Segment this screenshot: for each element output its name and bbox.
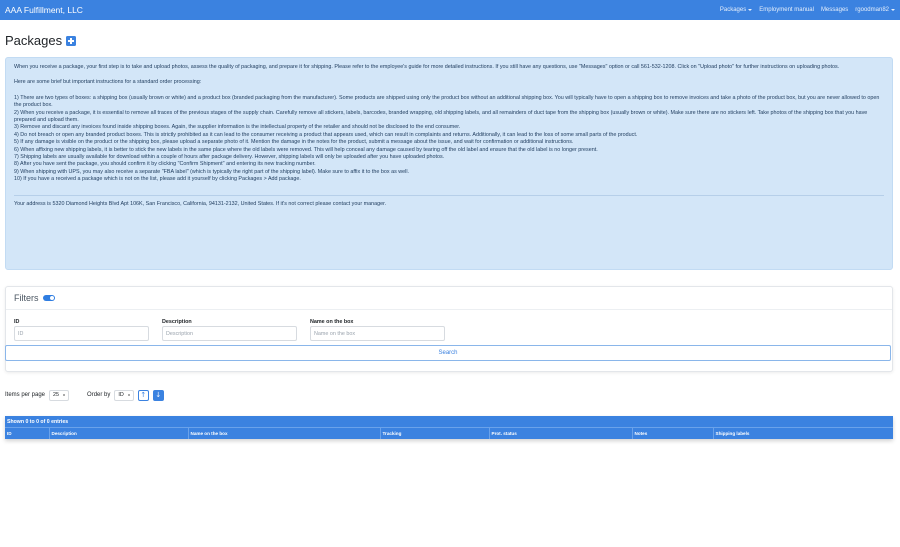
arrow-up-icon: ↑ [140,390,147,399]
caret-down-icon [891,9,895,11]
filter-description: Description [162,319,297,341]
caret-down-icon [748,9,753,11]
nav-packages-dropdown[interactable]: Packages [719,7,753,13]
instruction-item-4: 4) Do not breach or open any branded pro… [14,131,638,138]
items-per-page-label: Items per page [5,392,46,398]
column-header-notes[interactable]: Notes [631,427,713,439]
order-by-label: Order by [87,392,111,398]
list-controls: Items per page 25 Order by ID ↑ ↓ [0,372,900,403]
sort-descending-button[interactable]: ↓ [152,389,164,401]
filter-id: ID [14,319,149,341]
filter-description-input[interactable] [162,326,297,341]
filter-description-label: Description [162,319,192,325]
instruction-item-1: 1) There are two types of boxes: a shipp… [14,94,880,109]
entries-count: Shown 0 to 0 of 0 entries [5,416,893,427]
instruction-item-9: 9) When shipping with UPS, you may also … [14,168,410,175]
column-header-shipping-labels[interactable]: Shipping labels [712,427,893,439]
filter-name-on-box-input[interactable] [310,326,445,341]
plus-square-icon[interactable] [66,35,77,46]
select-arrows-icon [127,393,130,397]
filters-toggle[interactable] [42,295,55,301]
nav-user-label: rgoodman82 [855,7,889,13]
search-button[interactable]: Search [5,345,891,361]
nav-messages[interactable]: Messages [821,7,848,13]
instructions-alert: When you receive a package, your first s… [5,57,893,270]
brand-name[interactable]: AAA Fulfillment, LLC [5,5,83,15]
alert-divider [14,194,884,196]
nav-links: Packages Employment manual Messages rgoo… [720,7,895,13]
items-per-page-select[interactable]: 25 [49,389,70,401]
packages-table: ID Description Name on the box Tracking … [5,427,893,439]
instruction-item-7: 7) Shipping labels are usually available… [14,154,445,161]
column-header-id[interactable]: ID [5,427,49,439]
filter-fields: ID Description Name on the box [6,310,892,341]
instruction-item-10: 10) If you have a received a package whi… [14,176,301,183]
page-header: Packages [0,20,900,54]
packages-table-wrapper: Shown 0 to 0 of 0 entries ID Description… [5,416,893,439]
instructions-subheading: Here are some brief but important instru… [14,79,202,86]
instructions-intro: When you receive a package, your first s… [14,64,840,70]
top-navbar: AAA Fulfillment, LLC Packages Employment… [0,0,900,20]
nav-packages-label: Packages [719,7,747,13]
filter-id-input[interactable] [14,326,149,341]
instruction-item-3: 3) Remove and discard any invoices found… [14,124,461,131]
table-header-row: ID Description Name on the box Tracking … [5,427,893,439]
select-arrows-icon [63,393,66,397]
column-header-description[interactable]: Description [48,427,188,439]
filters-card: Filters ID Description Name on the box S… [5,286,893,372]
column-header-tracking[interactable]: Tracking [379,427,489,439]
page-title: Packages [5,33,63,48]
nav-user-dropdown[interactable]: rgoodman82 [855,7,895,13]
column-header-name-on-box[interactable]: Name on the box [187,427,380,439]
instruction-item-6: 6) When affixing new shipping labels, it… [14,146,598,153]
filter-name-on-box: Name on the box [310,319,445,341]
order-by-value: ID [118,392,124,398]
nav-employment-manual[interactable]: Employment manual [759,7,814,13]
instruction-item-5: 5) If any damage is visible on the produ… [14,139,574,146]
address-notice: Your address is 5320 Diamond Heights Blv… [14,200,387,207]
instruction-item-2: 2) When you receive a package, it is ess… [14,109,868,124]
order-by-select[interactable]: ID [114,389,134,401]
sort-ascending-button[interactable]: ↑ [137,389,149,401]
filters-title: Filters [14,293,39,303]
filter-id-label: ID [14,319,20,325]
filters-header: Filters [6,287,892,310]
instruction-item-8: 8) After you have sent the package, you … [14,161,316,168]
arrow-down-icon: ↓ [155,390,162,399]
filter-name-on-box-label: Name on the box [310,319,354,325]
items-per-page-value: 25 [53,392,60,398]
column-header-prot-status[interactable]: Prot. status [488,427,632,439]
